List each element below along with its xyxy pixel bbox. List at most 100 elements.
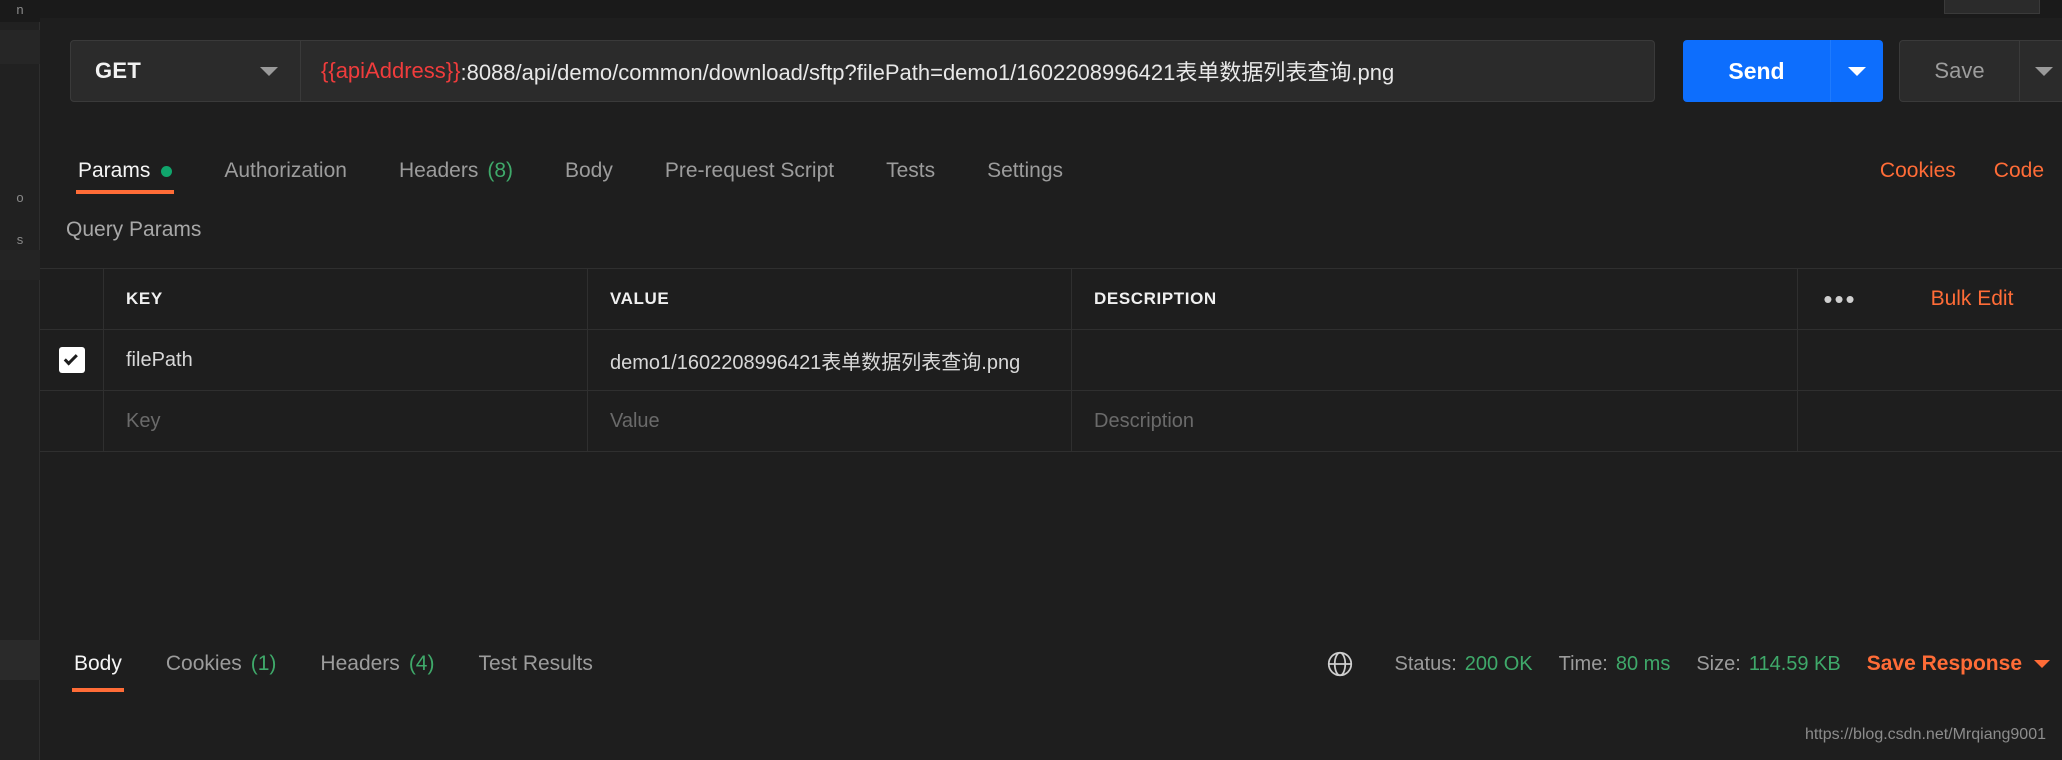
time-group: Time: 80 ms xyxy=(1559,653,1671,676)
chevron-down-icon xyxy=(260,66,278,76)
tab-pre-request-script-label: Pre-request Script xyxy=(664,159,835,182)
row-options xyxy=(1798,330,1882,390)
response-tab-cookies-label: Cookies xyxy=(165,652,242,675)
tab-settings-label: Settings xyxy=(987,159,1064,182)
header-description-label: DESCRIPTION xyxy=(1094,289,1217,308)
table-row: filePath demo1/1602208996421表单数据列表查询.png xyxy=(40,329,2062,390)
chevron-down-icon xyxy=(2034,660,2050,668)
app-sidebar-rail: n o s xyxy=(0,0,40,760)
response-tab-test-results-label: Test Results xyxy=(478,652,593,675)
rail-glyph-top: n xyxy=(16,2,24,17)
http-method-dropdown[interactable]: GET xyxy=(71,41,301,101)
row-value-input[interactable]: demo1/1602208996421表单数据列表查询.png xyxy=(588,330,1072,390)
code-link[interactable]: Code xyxy=(1994,159,2044,183)
tab-body-label: Body xyxy=(565,159,613,182)
response-bar: Body Cookies (1) Headers (4) Test Result… xyxy=(40,636,2062,708)
table-options-button[interactable]: ••• xyxy=(1798,269,1882,329)
empty-row-key-placeholder: Key xyxy=(126,409,161,432)
response-tab-test-results[interactable]: Test Results xyxy=(456,636,614,692)
row-checkbox-cell xyxy=(40,330,104,390)
table-bottom-border xyxy=(40,451,2062,452)
tab-headers[interactable]: Headers (8) xyxy=(373,148,539,194)
query-params-table: KEY VALUE DESCRIPTION ••• Bulk Edit file… xyxy=(40,268,2062,452)
row-checkbox[interactable] xyxy=(58,347,85,373)
row-key-text: filePath xyxy=(126,348,193,371)
url-variable: {{apiAddress}} xyxy=(321,58,461,83)
size-label: Size: xyxy=(1696,652,1741,675)
params-indicator-dot xyxy=(161,165,173,177)
empty-row-description-input[interactable]: Description xyxy=(1072,391,1798,451)
empty-row-description-placeholder: Description xyxy=(1094,409,1195,432)
header-cell-key: KEY xyxy=(104,269,588,329)
response-tab-cookies[interactable]: Cookies (1) xyxy=(144,636,299,692)
bulk-edit-button[interactable]: Bulk Edit xyxy=(1882,269,2062,329)
row-value-text: demo1/1602208996421表单数据列表查询.png xyxy=(610,351,1021,374)
tab-headers-count: (8) xyxy=(487,159,513,182)
send-button-label: Send xyxy=(1683,40,1831,102)
response-meta: Status: 200 OK Time: 80 ms Size: 114.59 … xyxy=(1325,636,2050,692)
empty-row-value-input[interactable]: Value xyxy=(588,391,1072,451)
send-button[interactable]: Send xyxy=(1683,40,1883,102)
header-cell-check xyxy=(40,269,104,329)
size-value: 114.59 KB xyxy=(1748,652,1841,675)
save-button[interactable]: Save xyxy=(1899,40,2062,102)
request-tab-bar: Params Authorization Headers (8) Body Pr… xyxy=(52,148,2042,198)
response-tab-headers[interactable]: Headers (4) xyxy=(298,636,456,692)
rail-chip-middle[interactable] xyxy=(0,250,40,280)
empty-row-key-input[interactable]: Key xyxy=(104,391,588,451)
ellipsis-icon: ••• xyxy=(1823,284,1857,314)
status-label: Status: xyxy=(1394,652,1457,675)
response-tab-cookies-count: (1) xyxy=(250,652,277,675)
response-tab-body[interactable]: Body xyxy=(52,636,144,692)
globe-icon xyxy=(1325,649,1355,679)
empty-row-checkbox-cell xyxy=(40,391,104,451)
tab-tests[interactable]: Tests xyxy=(860,148,961,194)
empty-row-options xyxy=(1798,391,1882,451)
tab-authorization[interactable]: Authorization xyxy=(198,148,373,194)
response-tab-headers-label: Headers xyxy=(320,652,400,675)
save-button-label: Save xyxy=(1900,41,2020,101)
tab-pre-request-script[interactable]: Pre-request Script xyxy=(639,148,860,194)
row-spacer xyxy=(1882,330,2062,390)
tab-headers-label: Headers xyxy=(398,159,479,182)
empty-row-value-placeholder: Value xyxy=(610,409,660,432)
bulk-edit-label: Bulk Edit xyxy=(1930,287,2014,310)
response-tab-headers-count: (4) xyxy=(408,652,435,675)
chevron-down-icon xyxy=(2035,66,2053,76)
request-tab-bar-right: Cookies Code xyxy=(1880,148,2044,194)
url-input[interactable]: {{apiAddress}}:8088/api/demo/common/down… xyxy=(301,41,1654,101)
empty-row-spacer xyxy=(1882,391,2062,451)
save-options-button[interactable] xyxy=(2020,41,2062,101)
rail-glyph-low: s xyxy=(16,232,24,247)
table-row-empty: Key Value Description xyxy=(40,390,2062,451)
postman-window: n o s GET {{apiAddress}}:8088/api/demo/c… xyxy=(0,0,2062,760)
url-bar: GET {{apiAddress}}:8088/api/demo/common/… xyxy=(70,40,1655,102)
window-top-strip xyxy=(40,0,2062,18)
url-path: :8088/api/demo/common/download/sftp?file… xyxy=(460,60,1395,85)
header-value-label: VALUE xyxy=(610,289,670,308)
save-response-button[interactable]: Save Response xyxy=(1867,652,2050,676)
row-description-input[interactable] xyxy=(1072,330,1798,390)
tab-params[interactable]: Params xyxy=(52,148,198,194)
chevron-down-icon xyxy=(1848,66,1866,76)
request-url-row: GET {{apiAddress}}:8088/api/demo/common/… xyxy=(70,40,2062,102)
header-cell-value: VALUE xyxy=(588,269,1072,329)
watermark: https://blog.csdn.net/Mrqiang9001 xyxy=(1804,726,2046,743)
tab-body[interactable]: Body xyxy=(539,148,639,194)
cookies-link[interactable]: Cookies xyxy=(1880,159,1956,183)
query-params-title: Query Params xyxy=(66,218,202,241)
top-right-control[interactable] xyxy=(1944,0,2040,14)
tab-settings[interactable]: Settings xyxy=(961,148,1089,194)
response-tab-body-label: Body xyxy=(74,652,122,675)
save-response-label: Save Response xyxy=(1866,652,2022,675)
rail-chip-top[interactable] xyxy=(0,30,40,64)
send-options-button[interactable] xyxy=(1831,40,1883,102)
time-label: Time: xyxy=(1558,652,1608,675)
header-key-label: KEY xyxy=(126,289,163,308)
check-icon xyxy=(63,350,78,365)
http-method-label: GET xyxy=(95,58,142,83)
response-tab-bar: Body Cookies (1) Headers (4) Test Result… xyxy=(52,636,615,692)
size-group: Size: 114.59 KB xyxy=(1696,653,1840,676)
row-key-input[interactable]: filePath xyxy=(104,330,588,390)
rail-chip-bottom[interactable] xyxy=(0,640,40,680)
